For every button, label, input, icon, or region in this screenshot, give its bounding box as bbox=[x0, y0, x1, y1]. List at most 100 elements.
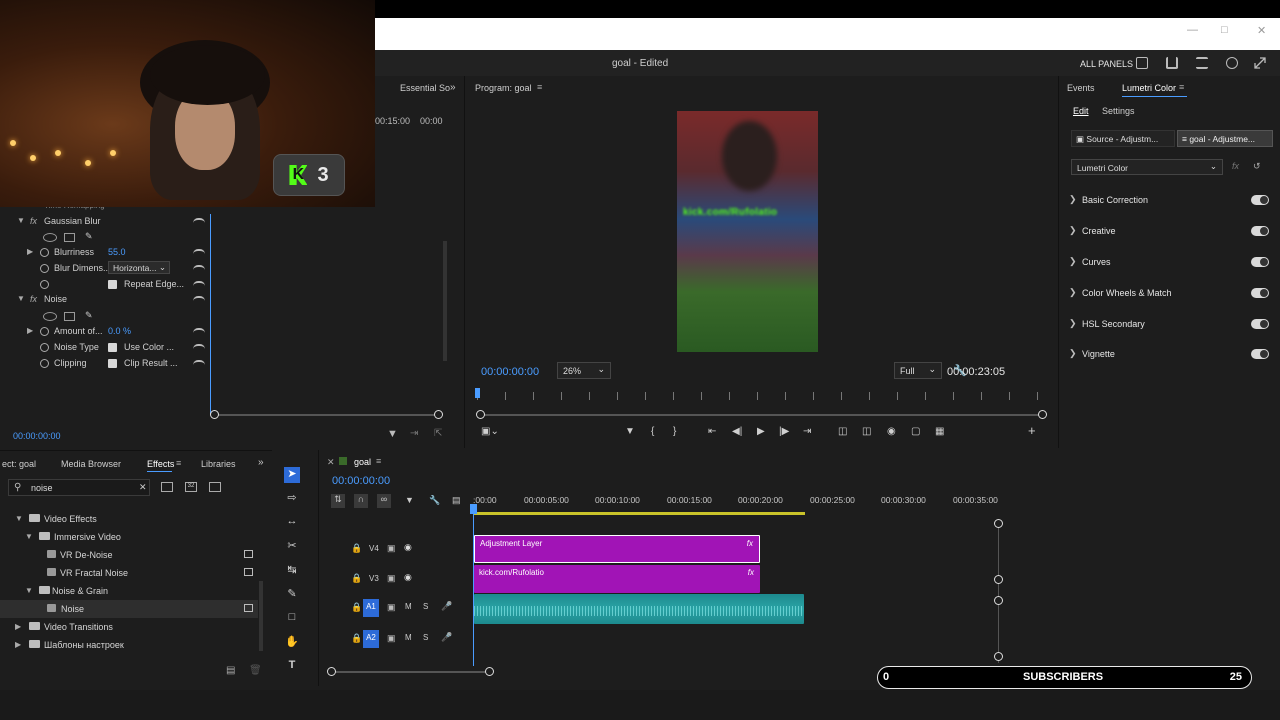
expand-icon[interactable]: ❯ bbox=[1069, 194, 1077, 205]
tab-project[interactable]: ect: goal bbox=[2, 459, 36, 469]
all-panels-button[interactable]: ALL PANELS bbox=[1080, 59, 1133, 69]
search-input[interactable]: ⚲ noise ✕ bbox=[8, 479, 150, 496]
lift-icon[interactable]: ◫ bbox=[838, 426, 847, 437]
collapse-icon[interactable]: ▼ bbox=[17, 216, 25, 225]
vertical-scroll-handle[interactable] bbox=[994, 652, 1003, 661]
clear-search-icon[interactable]: ✕ bbox=[139, 482, 147, 493]
collapse-icon[interactable]: ▼ bbox=[25, 532, 33, 541]
reset-icon[interactable] bbox=[193, 218, 205, 226]
delete-icon[interactable]: 🗑 bbox=[249, 665, 262, 676]
vertical-scroll-handle[interactable] bbox=[994, 519, 1003, 528]
section-vignette[interactable]: ❯ Vignette bbox=[1069, 345, 1269, 365]
reset-icon[interactable]: ↺ bbox=[1253, 161, 1261, 172]
add-button[interactable]: + bbox=[1028, 423, 1036, 438]
lock-icon[interactable]: 🔒 bbox=[351, 573, 362, 584]
scroll-handle[interactable] bbox=[485, 667, 494, 676]
section-toggle[interactable] bbox=[1251, 349, 1269, 359]
section-color-wheels[interactable]: ❯ Color Wheels & Match bbox=[1069, 284, 1269, 304]
reset-icon[interactable] bbox=[193, 281, 205, 289]
scroll-handle[interactable] bbox=[1038, 410, 1047, 419]
lock-icon[interactable]: 🔒 bbox=[351, 633, 362, 644]
expand-icon[interactable]: ▶ bbox=[15, 622, 21, 631]
collapse-icon[interactable]: ▼ bbox=[17, 294, 25, 303]
ellipse-mask-icon[interactable] bbox=[43, 312, 57, 321]
add-marker-icon[interactable]: ▼ bbox=[405, 495, 414, 505]
yuv-effects-icon[interactable] bbox=[209, 482, 221, 492]
safe-margins-icon[interactable]: ▣⌄ bbox=[481, 426, 499, 437]
settings-wrench-icon[interactable]: 🔧 bbox=[429, 495, 440, 506]
filter-icon[interactable]: ▼ bbox=[387, 428, 398, 440]
sync-lock-icon[interactable]: ▣ bbox=[387, 633, 396, 644]
menu-icon[interactable]: ≡ bbox=[176, 458, 181, 468]
track-select-tool-icon[interactable]: ⇨ bbox=[285, 491, 299, 505]
accelerated-effects-icon[interactable] bbox=[161, 482, 173, 492]
stopwatch-icon[interactable] bbox=[40, 359, 49, 368]
collapse-icon[interactable]: ▼ bbox=[15, 514, 23, 523]
expand-icon[interactable]: ▶ bbox=[15, 640, 21, 649]
mic-icon[interactable]: 🎤 bbox=[441, 632, 452, 643]
snap-icon[interactable]: ∩ bbox=[354, 494, 368, 508]
rect-mask-icon[interactable] bbox=[64, 233, 75, 242]
step-back-icon[interactable]: ◀| bbox=[732, 426, 742, 437]
clip-audio-a1[interactable] bbox=[474, 594, 804, 624]
hand-tool-icon[interactable]: ✋ bbox=[285, 635, 299, 649]
stopwatch-icon[interactable] bbox=[40, 264, 49, 273]
section-toggle[interactable] bbox=[1251, 195, 1269, 205]
sync-lock-icon[interactable]: ▣ bbox=[387, 573, 396, 584]
reset-icon[interactable] bbox=[193, 360, 205, 368]
mark-in-icon[interactable]: { bbox=[651, 426, 654, 437]
section-toggle[interactable] bbox=[1251, 288, 1269, 298]
rect-mask-icon[interactable] bbox=[64, 312, 75, 321]
linked-selection-icon[interactable]: ∞ bbox=[377, 494, 391, 508]
section-toggle[interactable] bbox=[1251, 226, 1269, 236]
ripple-edit-tool-icon[interactable]: ↔ bbox=[285, 515, 299, 529]
time-ruler[interactable] bbox=[477, 392, 1043, 400]
menu-icon[interactable]: ≡ bbox=[376, 456, 381, 466]
section-basic-correction[interactable]: ❯ Basic Correction bbox=[1069, 191, 1269, 211]
vertical-scroll-handle[interactable] bbox=[994, 596, 1003, 605]
blurriness-row[interactable]: ▶ Blurriness 55.0 bbox=[0, 244, 210, 260]
tree-item-presets[interactable]: ▶ Шаблоны настроек bbox=[0, 636, 258, 654]
noise-type-row[interactable]: Noise Type Use Color ... bbox=[0, 339, 210, 355]
vertical-scroll-handle[interactable] bbox=[994, 575, 1003, 584]
reset-icon[interactable] bbox=[193, 296, 205, 304]
add-marker-icon[interactable]: ▼ bbox=[625, 426, 635, 437]
tab-essential-sound[interactable]: Essential So bbox=[400, 83, 450, 93]
captions-icon[interactable]: ▤ bbox=[452, 495, 461, 506]
expand-icon[interactable]: ❯ bbox=[1069, 287, 1077, 298]
tree-item-video-effects[interactable]: ▼ Video Effects bbox=[0, 510, 258, 528]
close-tab-icon[interactable]: ✕ bbox=[327, 457, 335, 468]
export-icon[interactable]: ⇱ bbox=[434, 428, 442, 439]
menu-icon[interactable]: ≡ bbox=[537, 82, 542, 92]
solo-button[interactable]: S bbox=[423, 602, 428, 611]
rectangle-tool-icon[interactable]: □ bbox=[285, 611, 299, 625]
stopwatch-icon[interactable] bbox=[40, 248, 49, 257]
slip-tool-icon[interactable]: ↹ bbox=[285, 563, 299, 577]
tab-sequence-goal[interactable]: goal bbox=[354, 457, 371, 467]
maximize-icon[interactable]: □ bbox=[1221, 24, 1228, 36]
tab-effects[interactable]: Effects bbox=[147, 459, 174, 469]
clipping-row[interactable]: Clipping Clip Result ... bbox=[0, 355, 210, 371]
search-icon[interactable] bbox=[1226, 57, 1238, 69]
reset-icon[interactable] bbox=[193, 249, 205, 257]
tree-item-immersive-video[interactable]: ▼ Immersive Video bbox=[0, 528, 258, 546]
expand-icon[interactable] bbox=[1254, 57, 1266, 69]
reset-icon[interactable] bbox=[193, 344, 205, 352]
sync-lock-icon[interactable]: ▣ bbox=[387, 602, 396, 613]
step-forward-icon[interactable]: |▶ bbox=[779, 426, 789, 437]
scroll-handle[interactable] bbox=[210, 410, 219, 419]
zoom-select[interactable]: 26% ⌄ bbox=[557, 362, 611, 379]
scrollbar[interactable] bbox=[259, 581, 263, 651]
effect-timecode[interactable]: 00:00:00:00 bbox=[13, 431, 61, 441]
collapse-icon[interactable]: ▼ bbox=[25, 586, 33, 595]
sequence-clip-button[interactable]: ≡ goal - Adjustme... bbox=[1177, 130, 1273, 147]
stopwatch-icon[interactable] bbox=[40, 343, 49, 352]
export-frame-icon[interactable]: ◉ bbox=[887, 426, 896, 437]
zoom-scrollbar[interactable] bbox=[481, 414, 1043, 416]
expand-icon[interactable]: ❯ bbox=[1069, 318, 1077, 329]
tab-settings[interactable]: Settings bbox=[1102, 106, 1135, 116]
selection-tool-icon[interactable]: ➤ bbox=[284, 467, 300, 483]
menu-icon[interactable] bbox=[1196, 57, 1208, 69]
razor-tool-icon[interactable]: ✂ bbox=[285, 539, 299, 553]
tab-events[interactable]: Events bbox=[1067, 83, 1095, 93]
